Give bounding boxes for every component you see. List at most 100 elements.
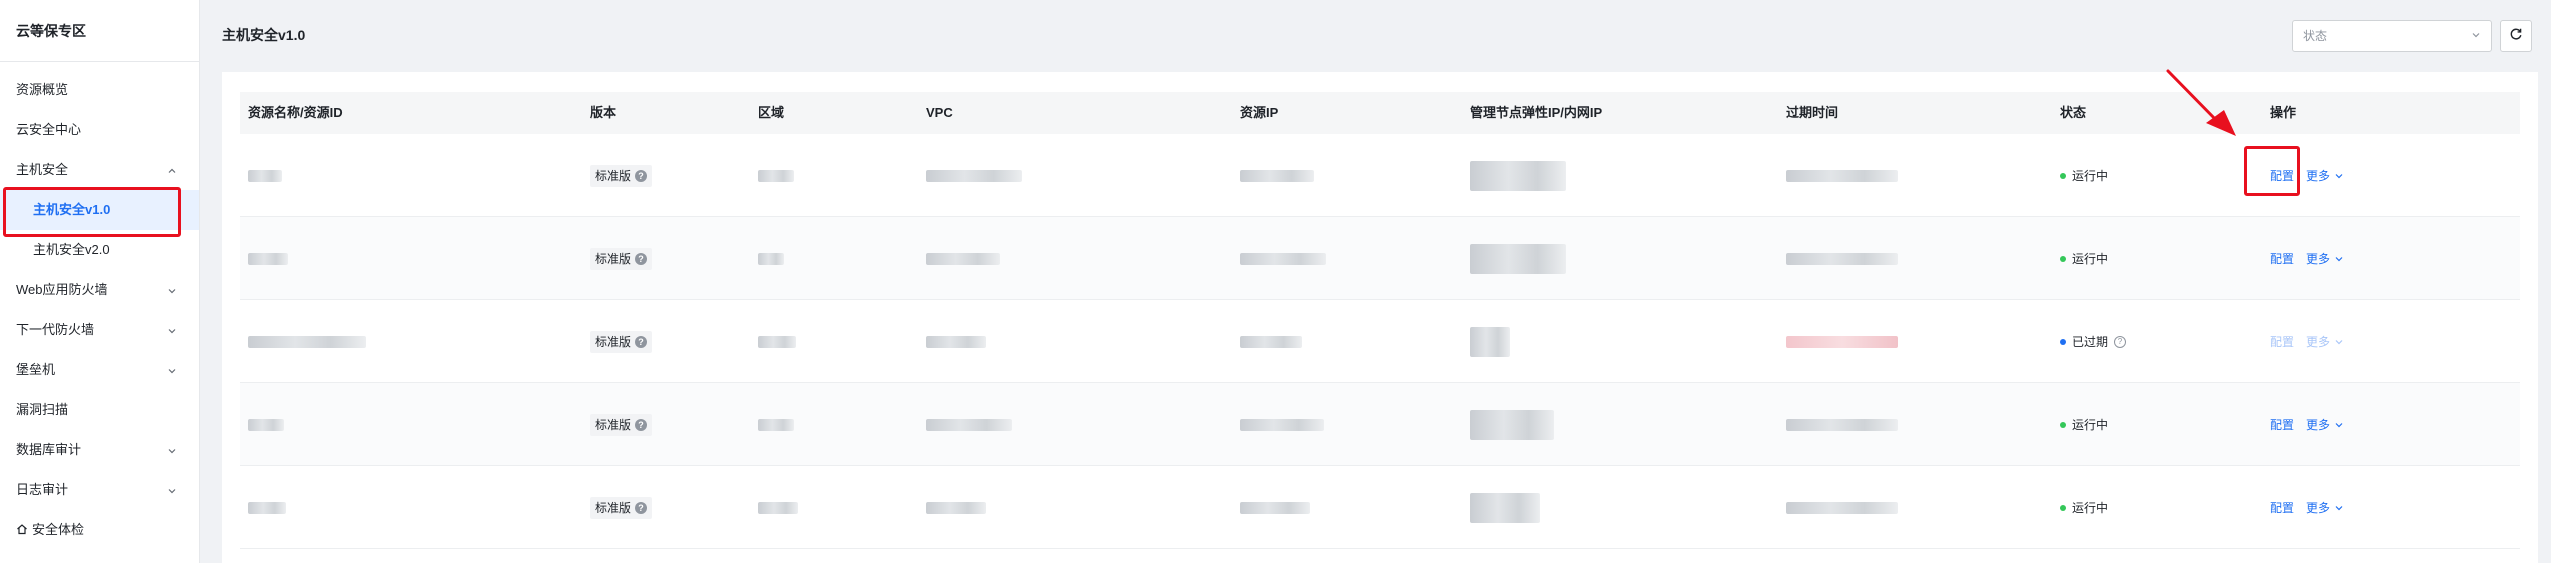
column-header-0: 资源名称/资源ID [248, 105, 343, 120]
redacted-vpc [926, 418, 1012, 431]
cell-expire-time [1786, 217, 1898, 300]
cell-mgmt-ip [1470, 466, 1540, 549]
chevron-down-icon [2334, 337, 2344, 347]
status-dot-icon [2060, 421, 2066, 428]
status-label: 运行中 [2072, 252, 2109, 266]
cell-actions: 配置 更多 [2270, 217, 2344, 300]
cell-expire-time [1786, 134, 1898, 217]
status-label: 已过期 [2072, 335, 2109, 349]
redacted-mgmt-ip [1470, 409, 1554, 440]
sidebar-item-5[interactable]: Web应用防火墙 [0, 270, 199, 310]
status-label: 运行中 [2072, 418, 2109, 432]
column-header-2: 区域 [758, 105, 785, 120]
cell-region [758, 383, 794, 466]
config-button[interactable]: 配置 [2270, 250, 2294, 267]
version-badge: 标准版? [590, 413, 653, 436]
cell-expire-time [1786, 383, 1898, 466]
more-dropdown[interactable]: 更多 [2306, 416, 2344, 433]
redacted-expire-time [1786, 169, 1898, 182]
sidebar: 云等保专区 资源概览 云安全中心 主机安全 主机安全v1.0 主机安全v2.0 Web应用… [0, 0, 200, 563]
chevron-up-icon [167, 150, 177, 190]
cell-version: 标准版? [590, 466, 653, 549]
table-row: 标准版? 运行中 配置 更多 [240, 383, 2520, 466]
sidebar-item-0[interactable]: 资源概览 [0, 70, 199, 110]
cell-region [758, 300, 796, 383]
chevron-down-icon [2334, 503, 2344, 513]
more-dropdown: 更多 [2306, 333, 2344, 350]
help-icon[interactable]: ? [635, 418, 648, 431]
version-label: 标准版 [595, 252, 632, 266]
more-label: 更多 [2306, 252, 2331, 266]
redacted-resource-name [248, 335, 366, 348]
version-label: 标准版 [595, 418, 632, 432]
sidebar-item-label: 漏洞扫描 [16, 402, 69, 417]
cell-status: 运行中 [2060, 217, 2108, 300]
config-button[interactable]: 配置 [2270, 416, 2294, 433]
cell-resource-ip [1240, 300, 1302, 383]
cell-version: 标准版? [590, 217, 653, 300]
refresh-button[interactable] [2500, 20, 2532, 52]
info-icon[interactable]: ? [2114, 335, 2127, 348]
sidebar-item-label: 主机安全v2.0 [33, 242, 110, 257]
more-label: 更多 [2306, 501, 2331, 515]
chevron-down-icon [2471, 21, 2481, 51]
sidebar-item-label: Web应用防火墙 [16, 282, 108, 297]
cell-actions: 配置 更多 [2270, 383, 2344, 466]
column-header-6: 过期时间 [1786, 105, 1839, 120]
redacted-resource-name [248, 501, 286, 514]
cell-resource-ip [1240, 466, 1310, 549]
highlight-box-menu [3, 187, 181, 237]
cell-region [758, 217, 784, 300]
help-icon[interactable]: ? [635, 169, 648, 182]
sidebar-item-11[interactable]: 安全体检 [0, 510, 199, 550]
more-dropdown[interactable]: 更多 [2306, 499, 2344, 516]
more-dropdown[interactable]: 更多 [2306, 167, 2344, 184]
chevron-down-icon [167, 350, 177, 390]
help-icon[interactable]: ? [635, 501, 648, 514]
cell-expire-time [1786, 300, 1898, 383]
column-header-3: VPC [926, 105, 953, 120]
help-icon[interactable]: ? [635, 335, 648, 348]
status-filter-select[interactable]: 状态 [2292, 20, 2492, 52]
resource-table: 资源名称/资源ID 版本 区域 VPC 资源IP 管理节点弹性IP/内网IP 过期时间 状态 操… [240, 92, 2520, 549]
sidebar-item-1[interactable]: 云安全中心 [0, 110, 199, 150]
cell-resource-ip [1240, 383, 1324, 466]
cell-version: 标准版? [590, 300, 653, 383]
help-icon[interactable]: ? [635, 252, 648, 265]
cell-resource-name [248, 300, 366, 383]
sidebar-item-label: 主机安全 [16, 162, 69, 177]
status-label: 运行中 [2072, 169, 2109, 183]
sidebar-item-label: 云安全中心 [16, 122, 82, 137]
more-dropdown[interactable]: 更多 [2306, 250, 2344, 267]
redacted-region [758, 418, 794, 431]
cell-resource-name [248, 134, 282, 217]
redacted-resource-name [248, 418, 284, 431]
cell-version: 标准版? [590, 134, 653, 217]
sidebar-item-2[interactable]: 主机安全 [0, 150, 199, 190]
sidebar-item-8[interactable]: 漏洞扫描 [0, 390, 199, 430]
column-header-7: 状态 [2060, 105, 2087, 120]
config-button[interactable]: 配置 [2270, 499, 2294, 516]
status-label: 运行中 [2072, 501, 2109, 515]
chevron-down-icon [2334, 171, 2344, 181]
column-header-1: 版本 [590, 105, 617, 120]
sidebar-item-9[interactable]: 数据库审计 [0, 430, 199, 470]
table-row: 标准版? 已过期? 配置 更多 [240, 300, 2520, 383]
cell-region [758, 466, 798, 549]
sidebar-item-6[interactable]: 下一代防火墙 [0, 310, 199, 350]
redacted-mgmt-ip [1470, 243, 1566, 274]
table-row: 标准版? 运行中 配置 更多 [240, 134, 2520, 217]
chevron-down-icon [2334, 420, 2344, 430]
sidebar-item-label: 堡垒机 [16, 362, 56, 377]
sidebar-item-10[interactable]: 日志审计 [0, 470, 199, 510]
cell-vpc [926, 134, 1022, 217]
sidebar-item-7[interactable]: 堡垒机 [0, 350, 199, 390]
main-panel: 资源名称/资源ID 版本 区域 VPC 资源IP 管理节点弹性IP/内网IP 过期时间 状态 操… [222, 72, 2538, 563]
cell-mgmt-ip [1470, 300, 1510, 383]
redacted-resource-ip [1240, 335, 1302, 348]
redacted-resource-ip [1240, 169, 1314, 182]
cell-status: 运行中 [2060, 383, 2108, 466]
status-dot-icon [2060, 172, 2066, 179]
redacted-region [758, 501, 798, 514]
table-row: 标准版? 运行中 配置 更多 [240, 217, 2520, 300]
